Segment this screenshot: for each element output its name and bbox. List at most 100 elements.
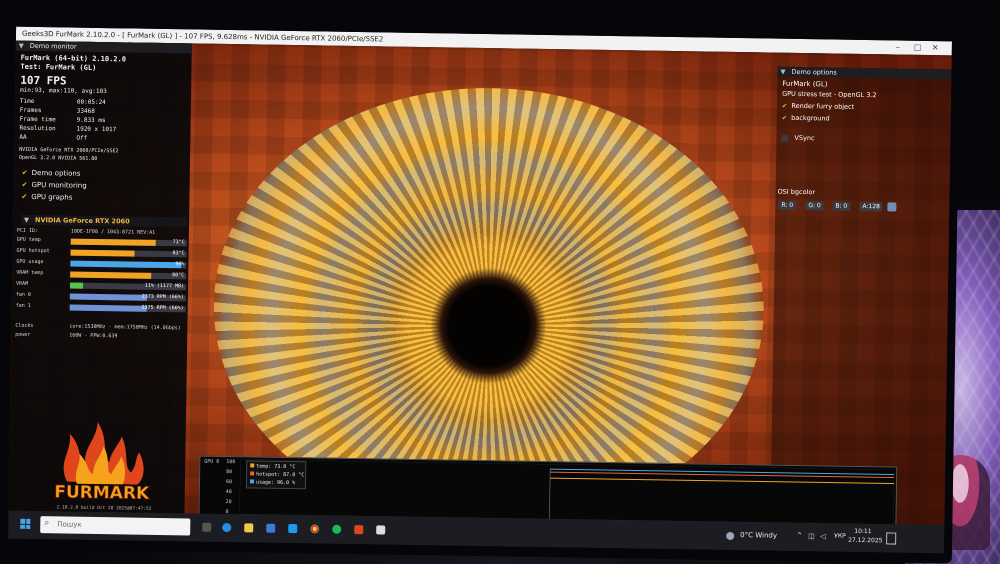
y-tick-label: 40 bbox=[225, 489, 232, 496]
language-indicator[interactable]: УКР bbox=[834, 533, 846, 540]
search-icon: ⌕ bbox=[44, 518, 50, 529]
metric-label: fan 0 bbox=[15, 291, 31, 298]
file-explorer-icon[interactable] bbox=[244, 523, 254, 533]
metric-bar: 96% bbox=[70, 260, 187, 268]
metric-bar-fill bbox=[69, 293, 147, 301]
metric-label: GPU temp bbox=[16, 236, 41, 244]
checkmark-icon: ✔ bbox=[21, 168, 28, 177]
background-toggle[interactable]: ✔ background bbox=[782, 114, 830, 123]
pci-value: 10DE-1F08 / 1043-8721 REV:A1 bbox=[70, 228, 156, 236]
metric-bar-fill bbox=[70, 238, 156, 246]
stat-value: 9.833 ms bbox=[76, 116, 106, 125]
y-tick-label: 60 bbox=[225, 479, 233, 486]
metric-bar: 2373 RPM (66%) bbox=[69, 293, 186, 301]
render-furry-toggle[interactable]: ✔ Render furry object bbox=[782, 102, 854, 111]
volume-icon[interactable]: ◁ bbox=[820, 532, 826, 540]
stat-label: Resolution bbox=[19, 124, 56, 133]
weather-icon bbox=[726, 531, 735, 541]
checkmark-icon: ✔ bbox=[781, 113, 788, 122]
demo-options-header[interactable]: ▼ Demo options bbox=[777, 66, 952, 80]
metric-value: 2373 RPM (66%) bbox=[141, 293, 184, 301]
furmark-logo: FURMARK bbox=[54, 422, 150, 503]
maximize-icon[interactable]: □ bbox=[914, 41, 922, 55]
checkbox-label: Demo options bbox=[31, 168, 81, 178]
demo-monitor-header[interactable]: ▼ Demo monitor bbox=[15, 40, 192, 54]
gpu-graphs-toggle[interactable]: ✔ GPU graphs bbox=[21, 193, 72, 202]
store-icon[interactable] bbox=[266, 523, 276, 533]
stat-value: 1920 x 1017 bbox=[76, 125, 117, 134]
stat-label: Frame time bbox=[19, 115, 56, 124]
metric-bar-fill bbox=[70, 249, 135, 257]
demo-options-title: Demo options bbox=[791, 67, 837, 77]
metric-bar: 80°C bbox=[70, 271, 187, 279]
tray-up-icon[interactable]: ⌃ bbox=[796, 531, 803, 540]
checkbox-label: VSync bbox=[794, 133, 815, 143]
metric-label: GPU hotspot bbox=[16, 247, 50, 255]
gpu-renderer: NVIDIA GeForce RTX 2060/PCIe/SSE2 bbox=[19, 146, 119, 155]
y-tick-label: 20 bbox=[225, 499, 232, 506]
search-box[interactable]: ⌕ Пошук bbox=[40, 516, 191, 536]
opengl-version: OpenGL 3.2.0 NVIDIA 561.80 bbox=[18, 154, 98, 162]
clock-date[interactable]: 27.12.2025 bbox=[848, 537, 882, 545]
stat-label: Frames bbox=[19, 106, 42, 115]
close-icon[interactable]: ✕ bbox=[932, 41, 939, 55]
window-icon[interactable] bbox=[376, 525, 386, 535]
demo-name: FurMark (GL) bbox=[782, 79, 828, 89]
minimize-icon[interactable]: – bbox=[896, 41, 900, 55]
notification-icon[interactable] bbox=[886, 532, 897, 545]
app-icon[interactable] bbox=[288, 524, 298, 534]
spotify-icon[interactable] bbox=[332, 524, 342, 534]
stat-value: 00:05:24 bbox=[76, 98, 106, 107]
g-input[interactable]: G: 0 bbox=[805, 201, 824, 211]
gpu-panel-header[interactable]: ▼ NVIDIA GeForce RTX 2060 bbox=[20, 214, 188, 228]
gpu-monitoring-toggle[interactable]: ✔ GPU monitoring bbox=[22, 181, 87, 190]
b-input[interactable]: B: 0 bbox=[832, 201, 851, 211]
collapse-arrow-icon[interactable]: ▼ bbox=[24, 215, 29, 225]
checkbox-box[interactable] bbox=[781, 134, 789, 142]
gpu-name: NVIDIA GeForce RTX 2060 bbox=[34, 216, 130, 226]
collapse-arrow-icon[interactable]: ▼ bbox=[19, 41, 24, 51]
checkmark-icon: ✔ bbox=[781, 101, 788, 110]
weather-text[interactable]: 0°C Windy bbox=[740, 531, 777, 540]
hotspot-line bbox=[550, 471, 895, 479]
metric-value: 2375 RPM (66%) bbox=[141, 304, 184, 312]
demo-subtitle: GPU stress test - OpenGL 3.2 bbox=[782, 89, 877, 100]
metric-value: 80°C bbox=[172, 272, 185, 279]
demo-options-panel: ▼ Demo options FurMark (GL) GPU stress t… bbox=[770, 66, 952, 526]
demo-options-toggle[interactable]: ✔ Demo options bbox=[22, 169, 81, 178]
checkbox-label: Render furry object bbox=[791, 101, 855, 111]
edge-icon[interactable] bbox=[222, 522, 232, 533]
network-icon[interactable]: ◫ bbox=[808, 532, 815, 540]
osi-bgcolor-label: OSI bgcolor bbox=[777, 187, 816, 197]
task-view-icon[interactable] bbox=[202, 522, 212, 532]
app-version: FurMark (64-bit) 2.10.2.0 bbox=[20, 53, 127, 64]
metric-bar: 83°C bbox=[70, 249, 187, 257]
r-input[interactable]: R: 0 bbox=[778, 200, 797, 210]
color-picker-icon[interactable] bbox=[887, 202, 897, 212]
metric-bar-fill bbox=[70, 271, 152, 279]
checkmark-icon: ✔ bbox=[21, 180, 28, 189]
power-value: 160W - PPW:0.639 bbox=[69, 332, 118, 340]
clocks-label: Clocks bbox=[15, 322, 34, 329]
clock-time[interactable]: 10:11 bbox=[854, 528, 871, 535]
metric-label: VRAM bbox=[16, 280, 29, 287]
metric-label: VRAM temp bbox=[16, 269, 44, 277]
chrome-icon[interactable] bbox=[310, 524, 320, 534]
metric-bar-fill bbox=[69, 282, 83, 289]
checkmark-icon: ✔ bbox=[21, 192, 28, 201]
monitor: Geeks3D FurMark 2.10.2.0 - [ FurMark (GL… bbox=[0, 18, 961, 564]
clocks-value: core:1530MHz - mem:1750MHz (14.0Gbps) bbox=[69, 323, 181, 332]
logo-text: FURMARK bbox=[54, 482, 150, 503]
collapse-arrow-icon[interactable]: ▼ bbox=[780, 67, 785, 77]
search-placeholder: Пошук bbox=[57, 520, 82, 529]
demo-monitor-panel: ▼ Demo monitor FurMark (64-bit) 2.10.2.0… bbox=[8, 40, 192, 514]
furmark-taskbar-icon[interactable] bbox=[354, 525, 364, 535]
start-marker bbox=[549, 469, 551, 520]
y-tick-label: 80 bbox=[226, 469, 233, 476]
metric-value: 96% bbox=[175, 261, 185, 268]
vsync-toggle[interactable]: VSync bbox=[781, 133, 815, 143]
fps-readout: 107 FPS bbox=[20, 73, 67, 88]
windows-start-icon[interactable] bbox=[20, 518, 31, 529]
metric-label: fan 1 bbox=[15, 302, 31, 309]
a-input[interactable]: A:128 bbox=[859, 201, 883, 212]
